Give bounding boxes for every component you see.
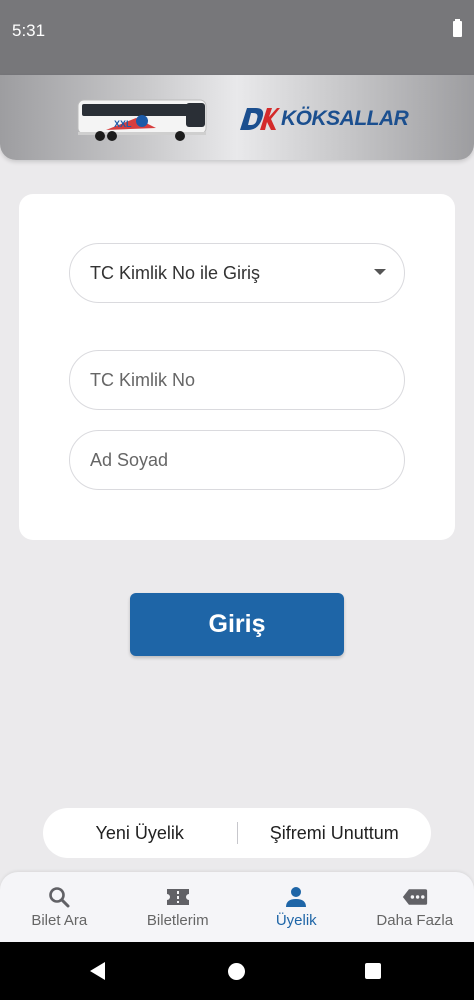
status-time: 5:31 — [12, 21, 46, 40]
nav-label: Üyelik — [275, 912, 317, 929]
login-button[interactable]: Giriş — [130, 593, 344, 656]
tc-kimlik-placeholder: TC Kimlik No — [90, 369, 196, 390]
recents-icon[interactable] — [365, 963, 381, 979]
login-card: TC Kimlik No ile Giriş TC Kimlik No Ad S… — [19, 194, 455, 540]
home-icon[interactable] — [228, 963, 245, 980]
dk-logo-mark — [240, 108, 280, 130]
forgot-password-link[interactable]: Şifremi Unuttum — [238, 823, 432, 844]
ticket-icon — [165, 884, 191, 910]
search-icon — [46, 884, 72, 910]
nav-biletlerim[interactable]: Biletlerim — [119, 872, 238, 942]
koksallar-logo: KÖKSALLAR — [238, 105, 409, 133]
bottom-navigation: Bilet Ara Biletlerim Üyelik Daha Fazla — [0, 872, 474, 942]
nav-label: Daha Fazla — [376, 912, 454, 929]
name-placeholder: Ad Soyad — [90, 449, 169, 470]
person-icon — [283, 884, 309, 910]
nav-uyelik[interactable]: Üyelik — [237, 872, 356, 942]
dropdown-arrow-icon — [374, 269, 386, 275]
login-type-select[interactable]: TC Kimlik No ile Giriş — [69, 243, 405, 303]
register-link[interactable]: Yeni Üyelik — [43, 823, 237, 844]
nav-label: Biletlerim — [146, 912, 209, 929]
nav-bilet-ara[interactable]: Bilet Ara — [0, 872, 119, 942]
header-banner: XXL KÖKSALLAR — [0, 75, 474, 160]
name-input[interactable]: Ad Soyad — [69, 430, 405, 490]
account-links: Yeni Üyelik Şifremi Unuttum — [43, 808, 431, 858]
nav-label: Bilet Ara — [31, 912, 88, 929]
brand-name: KÖKSALLAR — [281, 107, 409, 130]
login-type-value: TC Kimlik No ile Giriş — [90, 262, 261, 283]
battery-icon — [453, 19, 462, 37]
nav-daha-fazla[interactable]: Daha Fazla — [356, 872, 474, 942]
svg-text:XXL: XXL — [114, 119, 132, 129]
back-icon[interactable] — [90, 962, 105, 980]
status-bar: 5:31 — [0, 0, 474, 75]
bus-image: XXL — [77, 99, 207, 141]
tc-kimlik-input[interactable]: TC Kimlik No — [69, 350, 405, 410]
more-icon — [402, 884, 428, 910]
android-navigation-bar — [0, 942, 474, 1000]
